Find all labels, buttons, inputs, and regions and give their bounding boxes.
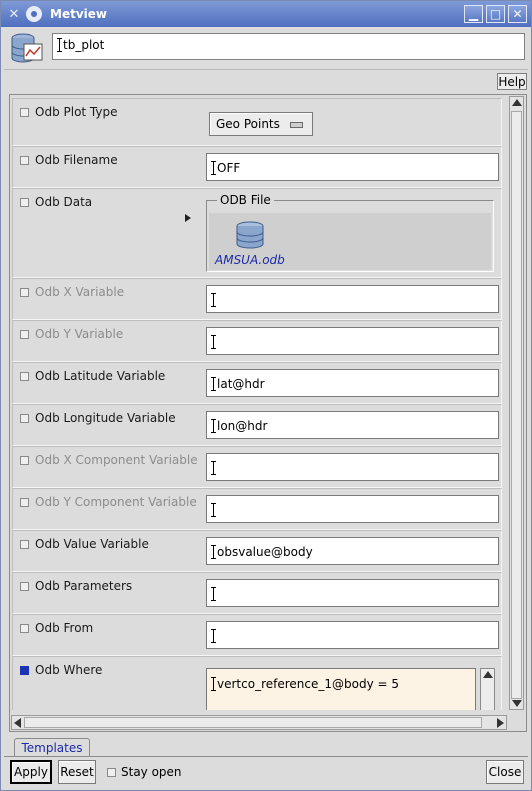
- dropdown-value: Geo Points: [216, 117, 280, 131]
- title-bar[interactable]: ✕ Metview ▁ □ ✕: [1, 1, 531, 27]
- icon-name-input[interactable]: tb_plot: [52, 33, 525, 60]
- close-window-button[interactable]: ✕: [508, 5, 527, 23]
- param-row-odb-parameters: Odb Parameters: [12, 572, 502, 614]
- odb-file-group: ODB File AMSUA.odb: [206, 193, 494, 272]
- param-label-odb-plot-type: Odb Plot Type: [35, 105, 118, 119]
- window-title: Metview: [50, 7, 107, 21]
- param-field-odb-longitude-variable[interactable]: lon@hdr: [206, 411, 499, 439]
- vertical-scroll-thumb[interactable]: [511, 111, 522, 699]
- window-controls: ▁ □ ✕: [464, 5, 527, 23]
- param-checkbox-odb-filename[interactable]: [20, 156, 29, 165]
- param-label-odb-y-component-variable: Odb Y Component Variable: [35, 495, 197, 509]
- horizontal-scrollbar[interactable]: [11, 715, 507, 730]
- pin-icon[interactable]: [26, 6, 42, 22]
- param-row-odb-x-variable: Odb X Variable: [12, 278, 502, 320]
- param-label-odb-filename: Odb Filename: [35, 153, 118, 167]
- param-field-odb-y-variable[interactable]: [206, 327, 499, 355]
- tab-divider: [4, 756, 528, 757]
- param-checkbox-odb-x-component-variable[interactable]: [20, 456, 29, 465]
- param-row-odb-y-component-variable: Odb Y Component Variable: [12, 488, 502, 530]
- odb-file-name[interactable]: AMSUA.odb: [215, 253, 285, 267]
- param-value-odb-latitude-variable: lat@hdr: [217, 377, 265, 391]
- footer-bar: Apply Reset Stay open Close: [4, 758, 528, 788]
- window-menu-icon[interactable]: ✕: [5, 5, 23, 23]
- horizontal-scroll-thumb[interactable]: [24, 717, 482, 728]
- param-checkbox-odb-y-variable[interactable]: [20, 330, 29, 339]
- minimize-button[interactable]: ▁: [464, 5, 483, 23]
- maximize-button[interactable]: □: [486, 5, 505, 23]
- param-label-odb-data: Odb Data: [35, 195, 93, 209]
- stay-open-label: Stay open: [121, 765, 182, 779]
- param-checkbox-odb-from[interactable]: [20, 624, 29, 633]
- help-bar: Help: [4, 69, 528, 91]
- param-label-odb-where: Odb Where: [35, 663, 103, 677]
- param-row-odb-where: Odb Where vertco_reference_1@body = 5: [12, 656, 502, 710]
- metview-window: ✕ Metview ▁ □ ✕ tb_plot Help Odb Plot Ty…: [0, 0, 532, 791]
- param-checkbox-odb-y-component-variable[interactable]: [20, 498, 29, 507]
- param-row-odb-from: Odb From: [12, 614, 502, 656]
- param-field-odb-parameters[interactable]: [206, 579, 499, 607]
- param-label-odb-from: Odb From: [35, 621, 94, 635]
- param-field-odb-filename[interactable]: OFF: [206, 153, 499, 181]
- scroll-up-arrow-icon[interactable]: [512, 99, 522, 106]
- vertical-scrollbar[interactable]: [509, 96, 524, 710]
- param-row-odb-latitude-variable: Odb Latitude Variable lat@hdr: [12, 362, 502, 404]
- scroll-up-arrow-icon[interactable]: [483, 671, 493, 678]
- param-checkbox-odb-data[interactable]: [20, 198, 29, 207]
- database-plot-icon: [11, 33, 43, 63]
- close-button[interactable]: Close: [486, 760, 524, 784]
- param-value-odb-filename: OFF: [217, 161, 241, 175]
- param-checkbox-odb-plot-type[interactable]: [20, 108, 29, 117]
- tab-templates[interactable]: Templates: [14, 738, 90, 757]
- param-label-odb-parameters: Odb Parameters: [35, 579, 133, 593]
- param-label-odb-x-component-variable: Odb X Component Variable: [35, 453, 198, 467]
- param-checkbox-odb-where[interactable]: [20, 666, 29, 675]
- where-textarea[interactable]: vertco_reference_1@body = 5: [206, 668, 476, 710]
- param-field-odb-x-component-variable[interactable]: [206, 453, 499, 481]
- odb-drop-area[interactable]: AMSUA.odb: [209, 213, 491, 270]
- param-value-odb-value-variable: obsvalue@body: [217, 545, 313, 559]
- scroll-right-arrow-icon[interactable]: [497, 718, 504, 728]
- param-checkbox-odb-x-variable[interactable]: [20, 288, 29, 297]
- param-checkbox-odb-parameters[interactable]: [20, 582, 29, 591]
- help-button[interactable]: Help: [497, 73, 527, 90]
- param-row-odb-data: Odb Data ODB File AMSUA.odb: [12, 188, 502, 278]
- param-field-odb-y-component-variable[interactable]: [206, 495, 499, 523]
- where-value: vertco_reference_1@body = 5: [217, 677, 399, 691]
- param-field-odb-latitude-variable[interactable]: lat@hdr: [206, 369, 499, 397]
- param-label-odb-y-variable: Odb Y Variable: [35, 327, 124, 341]
- header-row: tb_plot: [4, 29, 528, 67]
- param-row-odb-y-variable: Odb Y Variable: [12, 320, 502, 362]
- param-row-odb-x-component-variable: Odb X Component Variable: [12, 446, 502, 488]
- param-checkbox-odb-value-variable[interactable]: [20, 540, 29, 549]
- param-row-odb-longitude-variable: Odb Longitude Variable lon@hdr: [12, 404, 502, 446]
- param-row-odb-plot-type: Odb Plot Type Geo Points: [12, 98, 502, 146]
- where-scrollbar[interactable]: [480, 668, 495, 710]
- database-icon[interactable]: [235, 221, 265, 249]
- param-field-odb-from[interactable]: [206, 621, 499, 649]
- param-label-odb-latitude-variable: Odb Latitude Variable: [35, 369, 166, 383]
- dropdown-indicator-icon: [290, 122, 303, 128]
- param-label-odb-x-variable: Odb X Variable: [35, 285, 125, 299]
- param-field-odb-x-variable[interactable]: [206, 285, 499, 313]
- param-checkbox-odb-longitude-variable[interactable]: [20, 414, 29, 423]
- param-label-odb-value-variable: Odb Value Variable: [35, 537, 149, 551]
- param-checkbox-odb-latitude-variable[interactable]: [20, 372, 29, 381]
- plot-type-dropdown[interactable]: Geo Points: [209, 112, 313, 136]
- parameters-panel: Odb Plot Type Geo Points Odb Filename OFF Od…: [9, 94, 527, 732]
- reset-button[interactable]: Reset: [58, 760, 96, 784]
- param-row-odb-value-variable: Odb Value Variable obsvalue@body: [12, 530, 502, 572]
- param-row-odb-filename: Odb Filename OFF: [12, 146, 502, 188]
- scroll-down-arrow-icon[interactable]: [512, 700, 522, 707]
- scroll-left-arrow-icon[interactable]: [14, 718, 21, 728]
- param-value-odb-longitude-variable: lon@hdr: [217, 419, 268, 433]
- parameters-list: Odb Plot Type Geo Points Odb Filename OFF Od…: [12, 98, 502, 710]
- stay-open-checkbox[interactable]: [107, 768, 116, 777]
- param-field-odb-value-variable[interactable]: obsvalue@body: [206, 537, 499, 565]
- apply-button[interactable]: Apply: [10, 760, 52, 784]
- odb-group-label: ODB File: [217, 193, 274, 207]
- param-label-odb-longitude-variable: Odb Longitude Variable: [35, 411, 176, 425]
- expand-arrow-icon[interactable]: [185, 214, 191, 222]
